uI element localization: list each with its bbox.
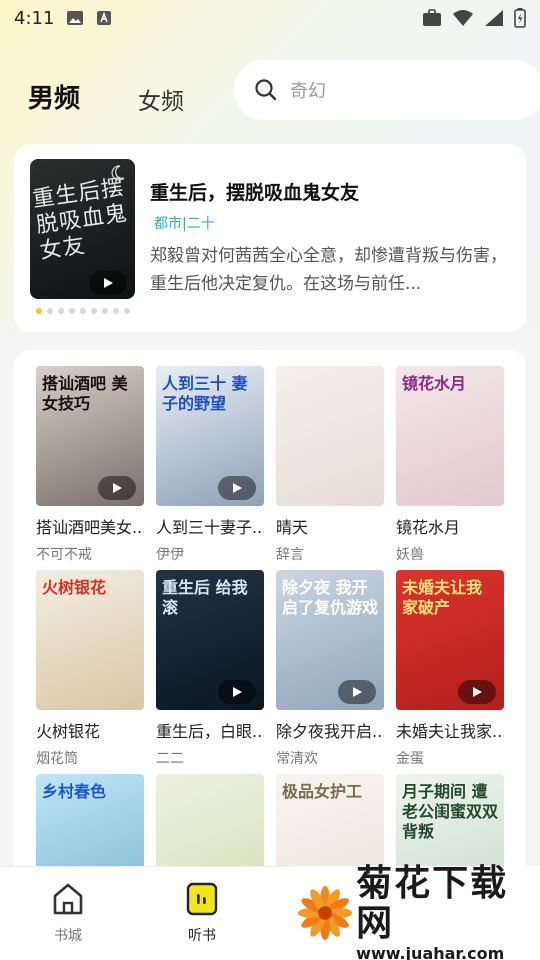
book-author: 妖兽 xyxy=(396,547,424,563)
book-cover-text: 月子期间 遭老公闺蜜双双背叛 xyxy=(402,782,499,841)
home-icon xyxy=(53,883,83,915)
featured-cover[interactable]: 重生后摆脱吸血鬼女友 xyxy=(30,159,135,299)
featured-tag: 都市|二十 xyxy=(154,216,215,232)
play-badge[interactable] xyxy=(458,680,496,704)
book-cover-text: 搭讪酒吧 美女技巧 xyxy=(42,374,128,413)
audio-book-icon xyxy=(186,882,218,916)
text-a-icon xyxy=(97,11,112,25)
wifi-icon xyxy=(453,10,473,26)
featured-book-card[interactable]: 重生后摆脱吸血鬼女友 重生后，摆脱吸血鬼女友 都市|二十 郑毅曾对何茜茜全心全意… xyxy=(14,144,526,332)
featured-description: 郑毅曾对何茜茜全心全意，却惨遭背叛与伤害，重生后他决定复仇。在这场与前任... xyxy=(150,246,507,294)
book-cover-text: 人到三十 妻子的野望 xyxy=(162,374,248,413)
watermark: 菊花下载网 www.juahar.com xyxy=(296,862,540,960)
book-cover[interactable] xyxy=(156,774,264,880)
carousel-dot xyxy=(58,308,64,314)
play-badge[interactable] xyxy=(218,680,256,704)
book-cover[interactable]: 乡村春色 xyxy=(36,774,144,880)
book-title[interactable]: 除夕夜我开启... xyxy=(276,718,384,742)
book-title[interactable]: 搭讪酒吧美女... xyxy=(36,514,144,538)
book-item[interactable]: 乡村春色 xyxy=(36,774,144,880)
book-author: 烟花筒 xyxy=(36,751,78,767)
play-icon xyxy=(353,687,362,697)
book-cover[interactable]: 重生后 给我滚 xyxy=(156,570,264,710)
featured-title[interactable]: 重生后，摆脱吸血鬼女友 xyxy=(150,178,359,205)
book-cover[interactable]: 未婚夫让我 家破产 xyxy=(396,570,504,710)
carousel-dot xyxy=(36,308,42,314)
book-item[interactable]: 火树银花 火树银花 烟花筒 xyxy=(36,570,144,768)
book-item[interactable]: 人到三十 妻子的野望人到三十妻子... 伊伊 xyxy=(156,366,264,564)
search-input[interactable]: 奇幻 xyxy=(234,60,540,120)
carousel-dot xyxy=(102,308,108,314)
play-badge[interactable] xyxy=(98,476,136,500)
tab-female[interactable]: 女频 xyxy=(138,82,184,116)
play-icon xyxy=(113,483,122,493)
play-icon xyxy=(233,687,242,697)
play-icon xyxy=(104,278,113,288)
search-placeholder: 奇幻 xyxy=(290,81,326,102)
book-author: 不可不戒 xyxy=(36,547,92,563)
book-cover[interactable] xyxy=(276,366,384,506)
carousel-dot xyxy=(80,308,86,314)
carousel-indicator xyxy=(36,308,130,314)
carousel-dot xyxy=(124,308,130,314)
carousel-dot xyxy=(47,308,53,314)
nav-bookstore[interactable]: 书城 xyxy=(28,881,108,945)
book-cover-text: 除夕夜 我开启了复仇游戏 xyxy=(282,578,379,617)
book-title[interactable]: 人到三十妻子... xyxy=(156,514,264,538)
book-cover[interactable]: 镜花水月 xyxy=(396,366,504,506)
book-cover[interactable]: 火树银花 xyxy=(36,570,144,710)
watermark-name: 菊花下载网 xyxy=(356,862,509,944)
book-author: 金蛋 xyxy=(396,751,424,767)
book-cover-text: 重生后 给我滚 xyxy=(162,578,248,617)
book-title[interactable]: 镜花水月 xyxy=(396,514,504,538)
book-item[interactable]: 除夕夜 我开启了复仇游戏除夕夜我开启... 常清欢 xyxy=(276,570,384,768)
play-icon xyxy=(233,483,242,493)
book-cover-text: 镜花水月 xyxy=(402,374,467,393)
book-title[interactable]: 火树银花 xyxy=(36,718,144,742)
play-badge[interactable] xyxy=(89,271,127,295)
watermark-url: www.juahar.com xyxy=(356,943,505,960)
book-title[interactable]: 重生后，白眼... xyxy=(156,718,264,742)
book-item[interactable]: 搭讪酒吧 美女技巧搭讪酒吧美女... 不可不戒 xyxy=(36,366,144,564)
search-icon xyxy=(255,79,277,101)
header: 男频 女频 奇幻 xyxy=(0,60,540,122)
book-item[interactable]: 晴天 辞言 xyxy=(276,366,384,564)
signal-icon xyxy=(485,10,503,26)
book-cover[interactable]: 搭讪酒吧 美女技巧 xyxy=(36,366,144,506)
play-badge[interactable] xyxy=(338,680,376,704)
carousel-dot xyxy=(69,308,75,314)
book-title[interactable]: 未婚夫让我家... xyxy=(396,718,504,742)
book-author: 二二 xyxy=(156,751,184,767)
carousel-dot xyxy=(91,308,97,314)
book-grid: 搭讪酒吧 美女技巧搭讪酒吧美女... 不可不戒 人到三十 妻子的野望人到三十妻子..… xyxy=(14,350,526,880)
book-cover-text: 乡村春色 xyxy=(42,782,107,801)
gallery-icon xyxy=(67,11,84,25)
nav-audiobook[interactable]: 听书 xyxy=(162,881,242,945)
featured-cover-text: 重生后摆脱吸血鬼女友 xyxy=(31,175,130,265)
book-item[interactable] xyxy=(156,774,264,880)
book-cover[interactable]: 人到三十 妻子的野望 xyxy=(156,366,264,506)
book-item[interactable]: 镜花水月 镜花水月 妖兽 xyxy=(396,366,504,564)
book-title[interactable]: 晴天 xyxy=(276,514,384,538)
book-cover-text: 极品女护工 xyxy=(282,782,363,801)
book-item[interactable]: 未婚夫让我 家破产未婚夫让我家... 金蛋 xyxy=(396,570,504,768)
book-author: 辞言 xyxy=(276,547,304,563)
status-bar: 4:11 xyxy=(0,0,540,36)
battery-icon xyxy=(514,8,526,28)
play-badge[interactable] xyxy=(218,476,256,500)
play-icon xyxy=(473,687,482,697)
carousel-dot xyxy=(113,308,119,314)
book-cover-text: 火树银花 xyxy=(42,578,107,597)
book-cover-text: 未婚夫让我 家破产 xyxy=(402,578,483,617)
book-author: 伊伊 xyxy=(156,547,184,563)
nav-label-audiobook: 听书 xyxy=(188,928,216,944)
book-author: 常清欢 xyxy=(276,751,318,767)
book-cover[interactable]: 除夕夜 我开启了复仇游戏 xyxy=(276,570,384,710)
status-time: 4:11 xyxy=(14,7,55,29)
flower-logo xyxy=(298,885,353,941)
book-item[interactable]: 重生后 给我滚重生后，白眼... 二二 xyxy=(156,570,264,768)
tab-male[interactable]: 男频 xyxy=(28,78,80,115)
nav-label-bookstore: 书城 xyxy=(54,928,82,944)
briefcase-icon xyxy=(423,9,441,26)
